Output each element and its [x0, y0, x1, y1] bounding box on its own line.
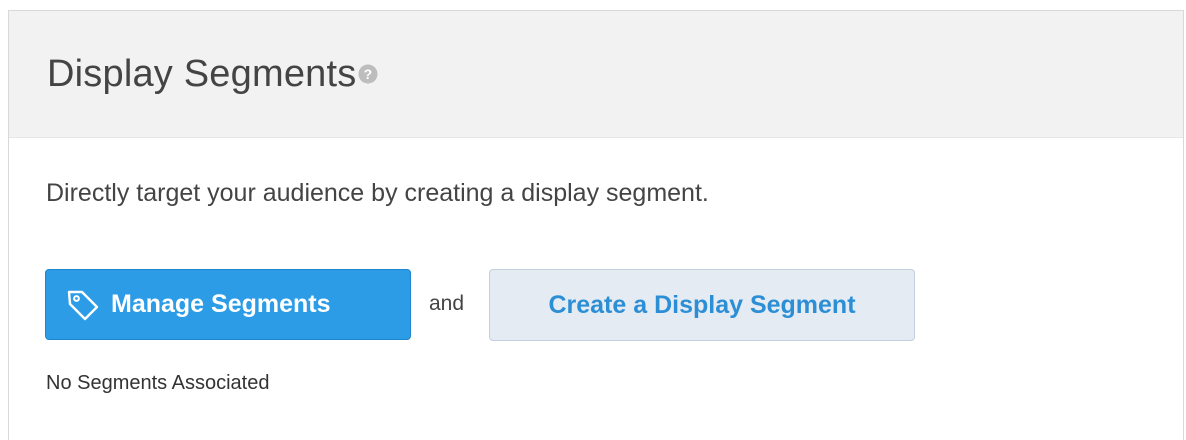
panel-header: Display Segments?: [9, 11, 1183, 138]
question-circle-icon[interactable]: ?: [358, 50, 378, 84]
connector-text: and: [429, 292, 465, 315]
create-display-segment-label: Create a Display Segment: [548, 290, 856, 319]
segments-status-text: No Segments Associated: [46, 372, 270, 394]
panel-description: Directly target your audience by creatin…: [46, 179, 709, 207]
svg-text:?: ?: [364, 66, 373, 82]
create-display-segment-button[interactable]: Create a Display Segment: [489, 269, 915, 341]
page-title-text: Display Segments: [47, 53, 357, 95]
display-segments-panel: Display Segments? Directly target your a…: [8, 10, 1184, 440]
page-title: Display Segments?: [47, 50, 378, 96]
manage-segments-label: Manage Segments: [111, 290, 331, 318]
manage-segments-button[interactable]: Manage Segments: [45, 269, 411, 340]
tag-icon: [66, 288, 100, 322]
